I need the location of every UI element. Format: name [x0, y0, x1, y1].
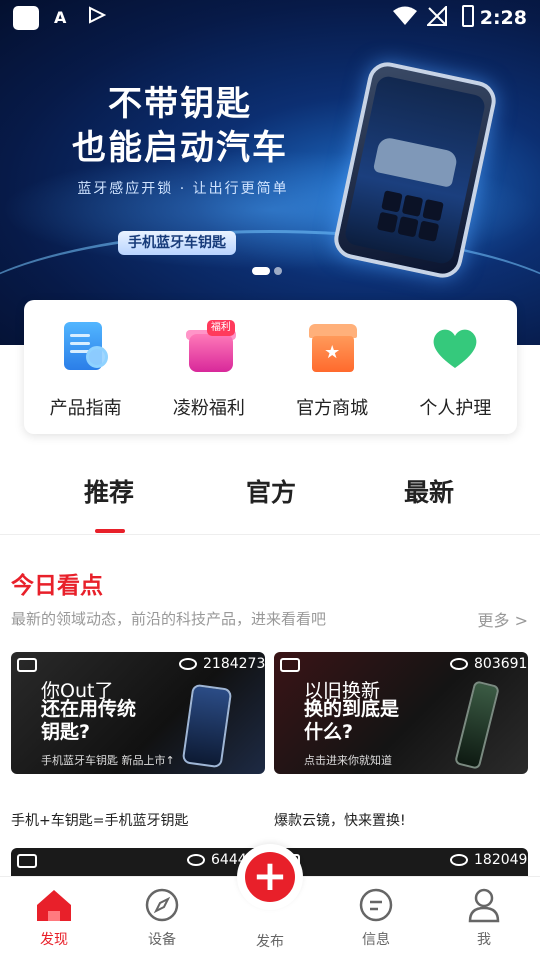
tab-latest[interactable]: 最新	[404, 473, 454, 509]
card-headline-bold: 换的到底是什么?	[304, 698, 400, 743]
nav-messages[interactable]: 信息	[336, 887, 416, 949]
views-icon	[450, 658, 468, 670]
card-subtext: 手机蓝牙车钥匙 新品上市↑	[41, 754, 175, 767]
store-icon: ★	[304, 320, 360, 376]
card-caption[interactable]: 爆款云镜，快来置换!	[274, 810, 406, 830]
video-card[interactable]: 803691 以旧换新 换的到底是什么? 点击进来你就知道	[274, 652, 528, 774]
plus-icon: +	[245, 852, 295, 902]
more-link[interactable]: 更多 >	[478, 607, 529, 631]
publish-button[interactable]: +	[237, 844, 303, 910]
card-subtext: 点击进来你就知道	[304, 754, 392, 767]
battery-icon	[462, 5, 474, 27]
app-screen: 不带钥匙 也能启动汽车 蓝牙感应开锁 · 让出行更简单 手机蓝牙车钥匙 A 2:	[0, 0, 540, 960]
banner-headline-line1: 不带钥匙	[108, 84, 252, 124]
shortcut-official-store[interactable]: ★ 官方商城	[271, 300, 394, 434]
nav-discover[interactable]: 发现	[14, 887, 94, 949]
nav-label: 设备	[148, 932, 176, 948]
video-card[interactable]: 2184273 你Out了 还在用传统钥匙? 手机蓝牙车钥匙 新品上市↑	[11, 652, 265, 774]
home-icon	[37, 890, 71, 921]
shortcut-label: 产品指南	[49, 398, 122, 419]
video-icon	[280, 658, 300, 672]
pager-dot	[274, 267, 282, 275]
feed-tabs: 推荐 官方 最新	[0, 455, 540, 535]
views-icon	[187, 854, 205, 866]
promo-banner[interactable]: 不带钥匙 也能启动汽车 蓝牙感应开锁 · 让出行更简单 手机蓝牙车钥匙	[0, 0, 540, 345]
view-count: 182049	[474, 852, 528, 868]
nav-label: 信息	[362, 932, 390, 948]
tab-official[interactable]: 官方	[246, 473, 296, 509]
pager-dot-active	[252, 267, 270, 275]
banner-pager	[252, 267, 282, 275]
welfare-badge: 福利	[206, 320, 235, 336]
mirror-thumbnail	[453, 680, 501, 770]
publish-label: 发布	[256, 934, 284, 950]
play-store-icon	[88, 6, 107, 29]
shortcut-label: 凌粉福利	[172, 398, 245, 419]
nav-label: 我	[477, 932, 491, 948]
message-icon	[359, 888, 393, 922]
nav-label: 发现	[40, 932, 68, 948]
video-card[interactable]: 182049	[274, 848, 528, 878]
banner-headline-line2: 也能启动汽车	[72, 128, 288, 168]
banner-subline: 蓝牙感应开锁 · 让出行更简单	[77, 181, 289, 197]
phone-screen	[343, 74, 487, 266]
shortcut-card: 产品指南 福利 凌粉福利 ★ 官方商城 个人护理	[24, 300, 517, 434]
shortcut-fan-welfare[interactable]: 福利 凌粉福利	[147, 300, 270, 434]
nav-me[interactable]: 我	[444, 887, 524, 949]
heart-icon	[427, 320, 483, 376]
video-icon	[17, 658, 37, 672]
view-count: 2184273	[203, 656, 265, 672]
shortcut-product-guide[interactable]: 产品指南	[24, 300, 147, 434]
gift-icon: 福利	[181, 320, 237, 376]
no-signal-icon	[427, 6, 447, 26]
view-count: 803691	[474, 656, 528, 672]
shortcut-personal-care[interactable]: 个人护理	[394, 300, 517, 434]
keypad-icon	[376, 190, 444, 242]
views-icon	[450, 854, 468, 866]
guide-icon	[58, 320, 114, 376]
views-icon	[179, 658, 197, 670]
user-icon	[468, 888, 500, 923]
phone-thumbnail	[181, 683, 233, 769]
video-card[interactable]: 64446	[11, 848, 265, 878]
car-icon	[372, 136, 459, 188]
section-title: 今日看点	[11, 573, 103, 599]
clock: 2:28	[479, 7, 527, 29]
section-subtitle: 最新的领域动态，前沿的科技产品，进来看看吧	[11, 610, 327, 628]
status-bar: A 2:28	[0, 0, 540, 36]
nav-devices[interactable]: 设备	[122, 887, 202, 949]
compass-icon	[145, 888, 179, 922]
video-icon	[17, 854, 37, 868]
wifi-icon	[393, 6, 417, 25]
font-app-icon: A	[54, 8, 67, 27]
notification-app-icon	[13, 6, 39, 30]
banner-headline: 不带钥匙 也能启动汽车	[60, 82, 300, 170]
tab-indicator	[95, 529, 125, 533]
shortcut-label: 个人护理	[419, 398, 492, 419]
card-caption[interactable]: 手机+车钥匙=手机蓝牙钥匙	[11, 810, 188, 830]
banner-pill: 手机蓝牙车钥匙	[118, 231, 236, 255]
tab-recommended[interactable]: 推荐	[84, 473, 134, 509]
shortcut-label: 官方商城	[296, 398, 369, 419]
card-headline-bold: 还在用传统钥匙?	[41, 698, 137, 743]
